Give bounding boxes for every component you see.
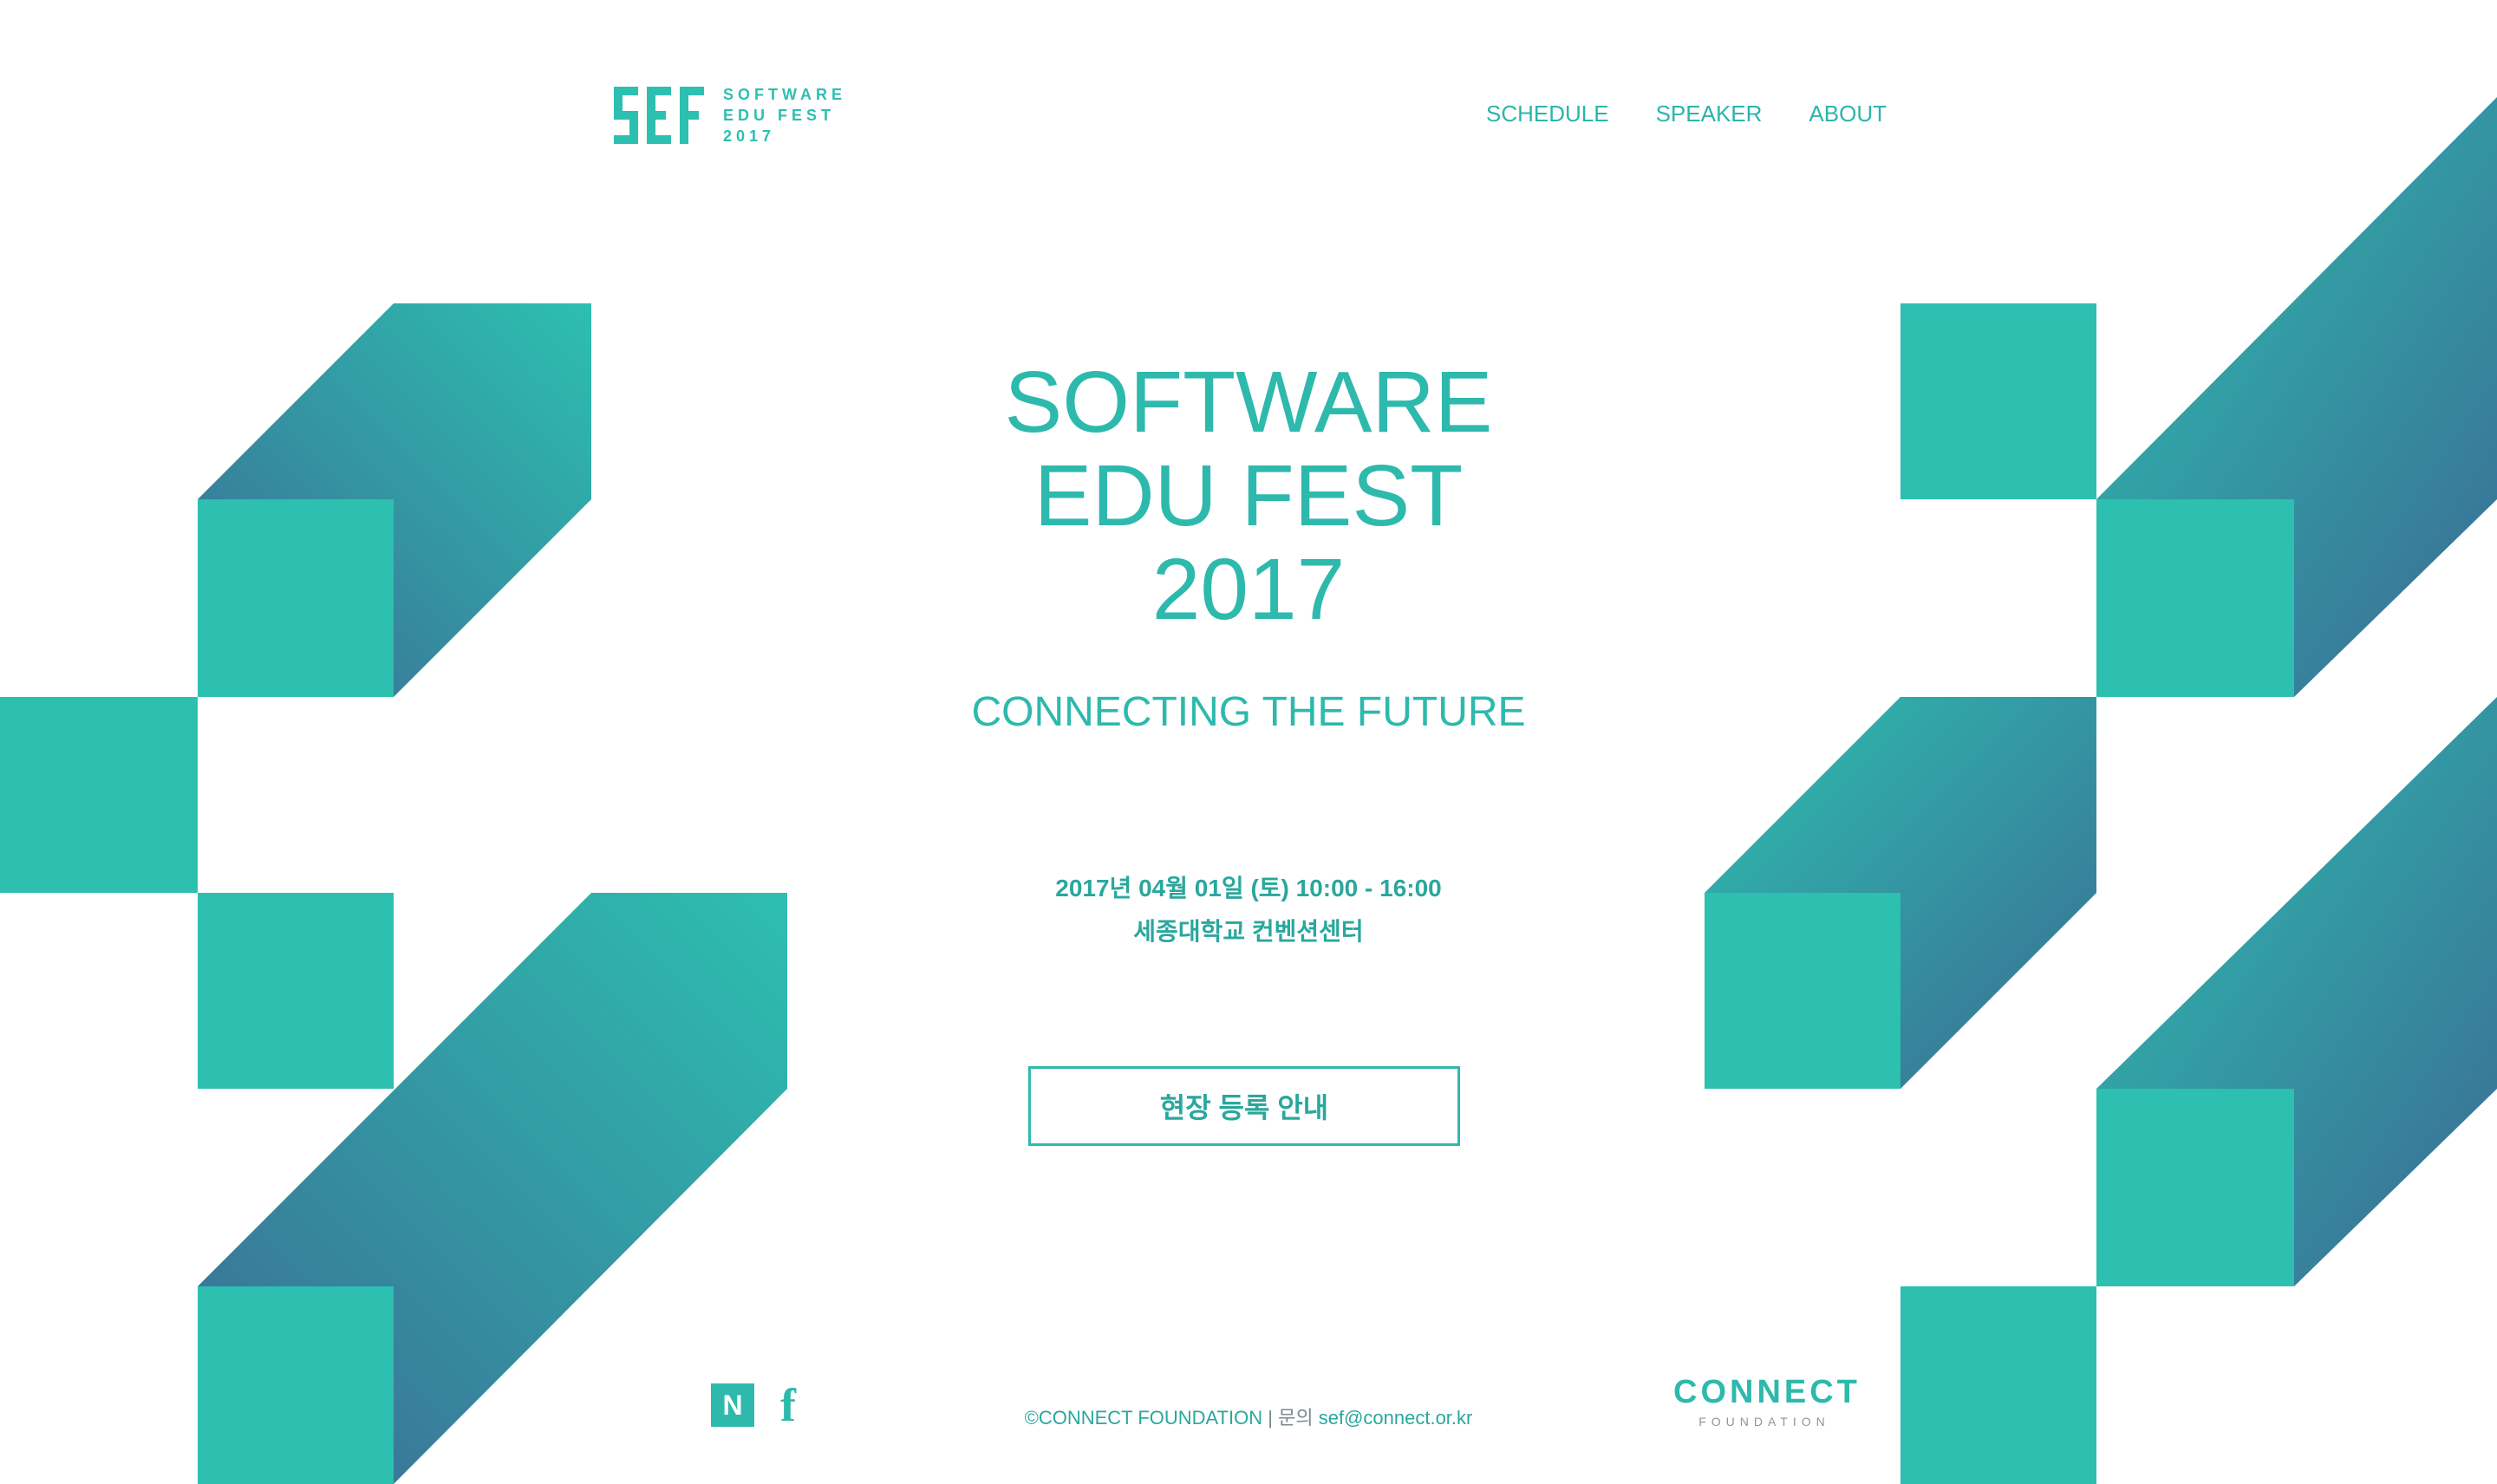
logo-line: 2017 bbox=[723, 127, 776, 145]
logo-line: EDU FEST bbox=[723, 107, 836, 124]
footer-separator: | bbox=[1268, 1407, 1273, 1429]
contact-email-link[interactable]: sef@connect.or.kr bbox=[1319, 1407, 1473, 1429]
footer-copyright: ©CONNECT FOUNDATION | 문의 sef@connect.or.… bbox=[867, 1403, 1630, 1430]
main-nav: SCHEDULE SPEAKER ABOUT bbox=[1486, 101, 1887, 127]
nav-speaker[interactable]: SPEAKER bbox=[1656, 101, 1763, 127]
contact-label: 문의 bbox=[1278, 1407, 1314, 1429]
facebook-icon[interactable]: f bbox=[780, 1382, 796, 1429]
hero: SOFTWARE EDU FEST 2017 CONNECTING THE FU… bbox=[884, 355, 1613, 736]
background-cubes bbox=[0, 97, 2497, 1484]
sef-logo-mark-icon bbox=[614, 87, 704, 144]
connect-logo-sub: FOUNDATION bbox=[1698, 1415, 1830, 1429]
hero-title-line: EDU FEST bbox=[1033, 447, 1464, 544]
copyright-text: ©CONNECT FOUNDATION bbox=[1024, 1407, 1263, 1429]
social-links: N f bbox=[711, 1382, 796, 1429]
event-info: 2017년 04월 01일 (토) 10:00 - 16:00 세종대학교 컨벤… bbox=[884, 867, 1613, 954]
site-logo[interactable]: SOFTWARE EDU FEST 2017 bbox=[614, 84, 857, 146]
event-venue: 세종대학교 컨벤션센터 bbox=[1133, 918, 1364, 945]
connect-foundation-logo[interactable]: CONNECT FOUNDATION bbox=[1673, 1373, 1861, 1429]
naver-icon[interactable]: N bbox=[711, 1383, 754, 1427]
nav-schedule[interactable]: SCHEDULE bbox=[1486, 101, 1609, 127]
onsite-registration-button[interactable]: 현장 등록 안내 bbox=[1028, 1066, 1460, 1146]
connect-logo-word: CONNECT bbox=[1673, 1374, 1861, 1410]
logo-wordmark: SOFTWARE EDU FEST 2017 bbox=[723, 84, 846, 146]
nav-about[interactable]: ABOUT bbox=[1809, 101, 1887, 127]
hero-title-line: 2017 bbox=[1151, 541, 1346, 638]
hero-tagline: CONNECTING THE FUTURE bbox=[971, 689, 1526, 735]
event-date: 2017년 04월 01일 (토) 10:00 - 16:00 bbox=[1055, 875, 1442, 901]
logo-line: SOFTWARE bbox=[723, 86, 846, 103]
hero-title-line: SOFTWARE bbox=[1004, 354, 1493, 451]
